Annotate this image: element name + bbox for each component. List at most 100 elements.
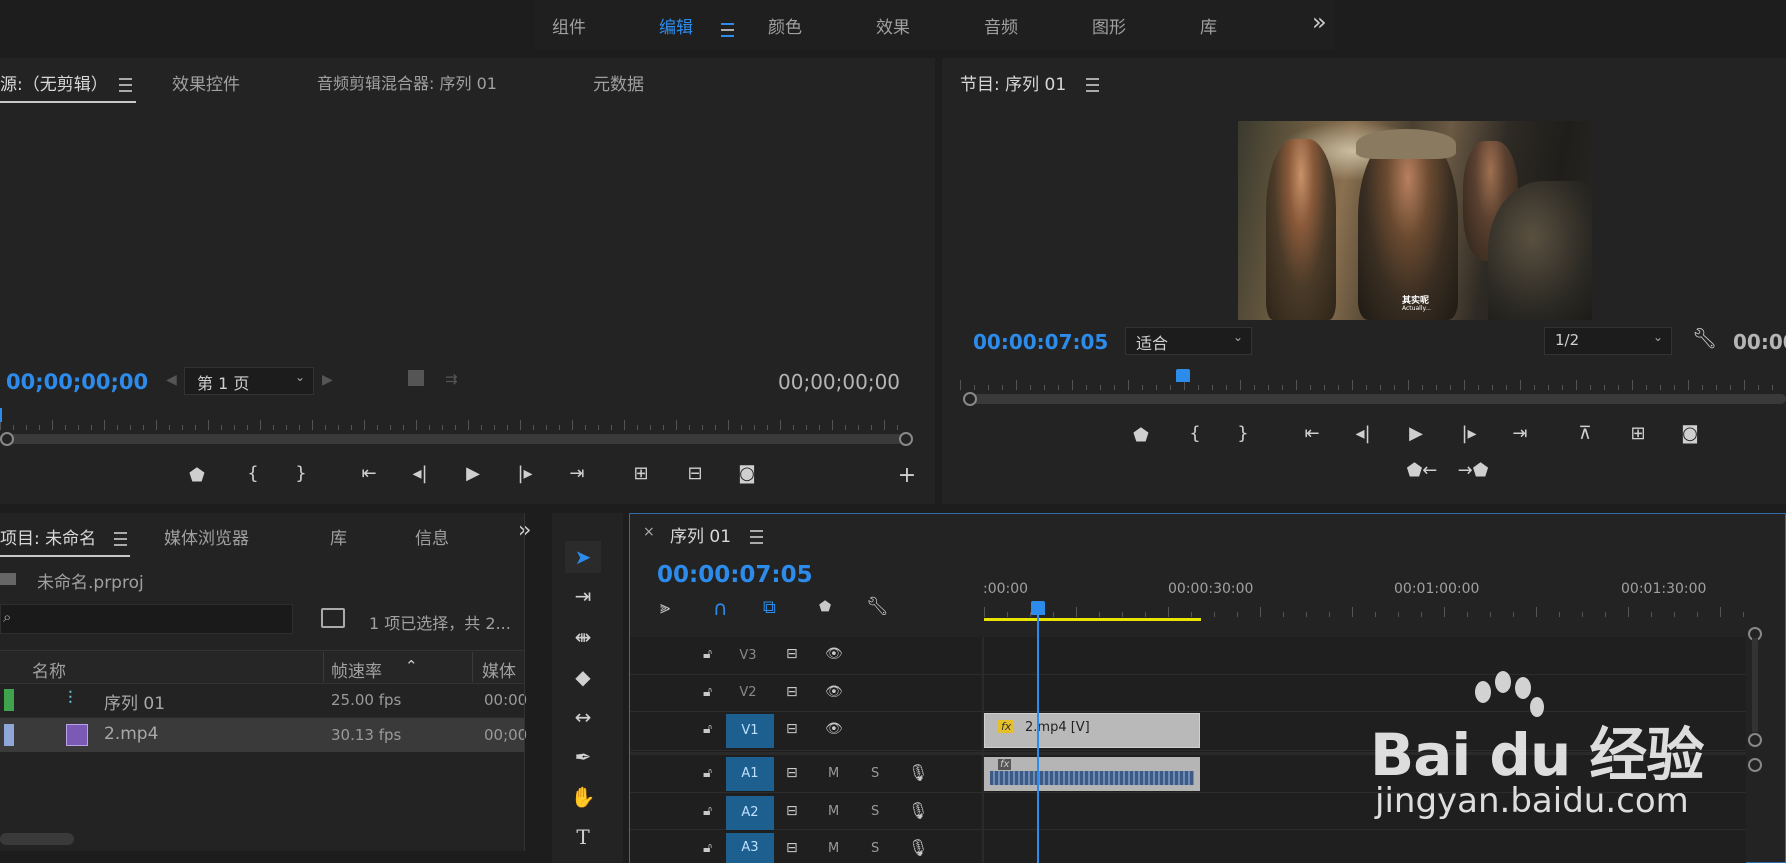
ripple-edit-tool-icon[interactable]: ⇼: [565, 621, 601, 653]
go-to-in-icon[interactable]: ⇤: [355, 463, 383, 484]
project-menu-icon[interactable]: [113, 532, 127, 546]
solo-button[interactable]: S: [871, 766, 879, 781]
export-frame-icon[interactable]: ◙: [733, 463, 761, 484]
comparison-right-icon[interactable]: →⬟: [1453, 460, 1493, 481]
timeline-playhead-line[interactable]: [1037, 614, 1039, 863]
column-name[interactable]: 名称: [32, 657, 66, 682]
sync-lock-icon[interactable]: ⊟: [786, 684, 798, 700]
resolution-select[interactable]: 1/2 ⌄: [1544, 327, 1672, 355]
source-scrollbar[interactable]: [2, 434, 904, 444]
mark-in-icon[interactable]: {: [1181, 423, 1209, 444]
solo-button[interactable]: S: [871, 841, 879, 856]
project-search-input[interactable]: ⌕: [0, 604, 293, 634]
eye-icon[interactable]: 👁︎: [825, 646, 843, 662]
program-playhead[interactable]: [1176, 369, 1190, 382]
timeline-settings-icon[interactable]: 🔧︎: [866, 596, 889, 617]
step-forward-icon[interactable]: |▸: [1455, 423, 1483, 444]
add-marker-icon[interactable]: ⬟: [819, 599, 831, 615]
mark-out-icon[interactable]: }: [287, 463, 315, 484]
workspace-tab-graphics[interactable]: 图形: [1092, 13, 1126, 38]
scroll-handle-audio[interactable]: [1748, 758, 1762, 772]
timeline-tab[interactable]: 序列 01: [670, 522, 764, 547]
linked-selection-icon[interactable]: ⧉: [763, 597, 776, 618]
program-scrollbar[interactable]: [966, 394, 1786, 404]
timeline-ruler[interactable]: [984, 603, 1744, 617]
comparison-left-icon[interactable]: ⬟←: [1402, 460, 1442, 481]
razor-tool-icon[interactable]: ◆: [565, 661, 601, 693]
microphone-icon[interactable]: 🎙︎: [908, 838, 928, 857]
track-label-v1[interactable]: V1: [726, 714, 774, 748]
eye-icon[interactable]: 👁︎: [825, 684, 843, 700]
play-icon[interactable]: ▶: [459, 463, 487, 484]
info-tab[interactable]: 信息: [415, 524, 449, 549]
scroll-handle-right[interactable]: [899, 432, 913, 446]
sync-lock-icon[interactable]: ⊟: [786, 646, 798, 662]
table-row[interactable]: 2.mp4 30.13 fps 00;00: [0, 718, 527, 752]
lock-icon[interactable]: 🔓︎: [703, 840, 712, 856]
solo-button[interactable]: S: [871, 804, 879, 819]
sort-ascending-icon[interactable]: ⌃: [405, 657, 418, 675]
track-label-v3[interactable]: V3: [724, 639, 772, 673]
wrench-settings-icon[interactable]: 🔧︎: [1692, 326, 1717, 350]
add-marker-icon[interactable]: ⬟: [1127, 425, 1155, 446]
program-ruler[interactable]: [960, 372, 1786, 390]
type-tool-icon[interactable]: T: [565, 821, 601, 853]
source-timecode[interactable]: 00;00;00;00: [6, 370, 148, 394]
vertical-scroll-track[interactable]: [1752, 638, 1758, 732]
media-browser-tab[interactable]: 媒体浏览器: [164, 524, 249, 549]
timeline-menu-icon[interactable]: [750, 530, 764, 544]
sync-lock-icon[interactable]: ⊟: [786, 803, 798, 819]
play-icon[interactable]: ▶: [1402, 423, 1430, 444]
selection-tool-icon[interactable]: ➤: [565, 541, 601, 573]
project-tab[interactable]: 项目: 未命名: [0, 524, 130, 557]
track-label-a1[interactable]: A1: [726, 757, 774, 791]
add-button-icon[interactable]: +: [893, 463, 921, 488]
sync-lock-icon[interactable]: ⊟: [786, 765, 798, 781]
mute-button[interactable]: M: [828, 804, 839, 819]
workspace-tab-audio[interactable]: 音频: [984, 13, 1018, 38]
track-select-tool-icon[interactable]: ⇥: [565, 580, 601, 612]
page-select[interactable]: 第 1 页 ⌄: [184, 367, 314, 395]
prev-page-icon[interactable]: ◀: [166, 372, 177, 388]
workspace-menu-icon[interactable]: [721, 23, 734, 37]
insert-icon[interactable]: [408, 370, 424, 386]
workspace-overflow-icon[interactable]: »: [1312, 8, 1327, 36]
track-label-a2[interactable]: A2: [726, 796, 774, 830]
nest-sequences-icon[interactable]: ⫸: [660, 597, 670, 618]
project-horizontal-scrollbar[interactable]: [0, 833, 74, 845]
lock-icon[interactable]: 🔓︎: [703, 684, 712, 700]
go-to-out-icon[interactable]: ⇥: [563, 463, 591, 484]
workspace-tab-libraries[interactable]: 库: [1200, 13, 1217, 38]
timeline-playhead-handle[interactable]: [1031, 601, 1045, 615]
source-ruler[interactable]: [0, 410, 905, 430]
scroll-handle-left[interactable]: [0, 432, 14, 446]
overwrite-clip-icon[interactable]: ⊟: [681, 463, 709, 484]
audio-clip-mixer-tab[interactable]: 音频剪辑混合器: 序列 01: [317, 70, 497, 94]
program-timecode[interactable]: 00:00:07:05: [973, 330, 1108, 354]
video-clip[interactable]: fx 2.mp4 [V]: [984, 713, 1200, 748]
extract-icon[interactable]: ⊞: [1624, 423, 1652, 444]
mark-out-icon[interactable]: }: [1229, 423, 1257, 444]
program-video-frame[interactable]: 其实呢 Actually...: [1238, 121, 1592, 320]
work-area-bar[interactable]: [984, 618, 1201, 621]
table-row[interactable]: ⫶ 序列 01 25.00 fps 00:00: [0, 683, 527, 718]
slip-tool-icon[interactable]: ↔: [565, 701, 601, 733]
export-frame-icon[interactable]: ◙: [1676, 423, 1704, 444]
new-bin-icon[interactable]: [321, 608, 345, 628]
column-media[interactable]: 媒体: [482, 657, 516, 682]
pen-tool-icon[interactable]: ✒: [565, 741, 601, 773]
scroll-handle-left[interactable]: [963, 392, 977, 406]
go-to-in-icon[interactable]: ⇤: [1298, 423, 1326, 444]
program-menu-icon[interactable]: [1085, 78, 1099, 92]
step-forward-icon[interactable]: |▸: [511, 463, 539, 484]
mute-button[interactable]: M: [828, 766, 839, 781]
workspace-tab-editing[interactable]: 编辑: [659, 13, 693, 38]
sync-lock-icon[interactable]: ⊟: [786, 721, 798, 737]
source-menu-icon[interactable]: [119, 78, 133, 92]
workspace-tab-assembly[interactable]: 组件: [552, 13, 586, 38]
close-icon[interactable]: ×: [643, 524, 655, 540]
add-marker-icon[interactable]: ⬟: [183, 465, 211, 486]
audio-clip[interactable]: fx: [984, 757, 1200, 791]
column-divider[interactable]: [323, 652, 324, 682]
mute-button[interactable]: M: [828, 841, 839, 856]
